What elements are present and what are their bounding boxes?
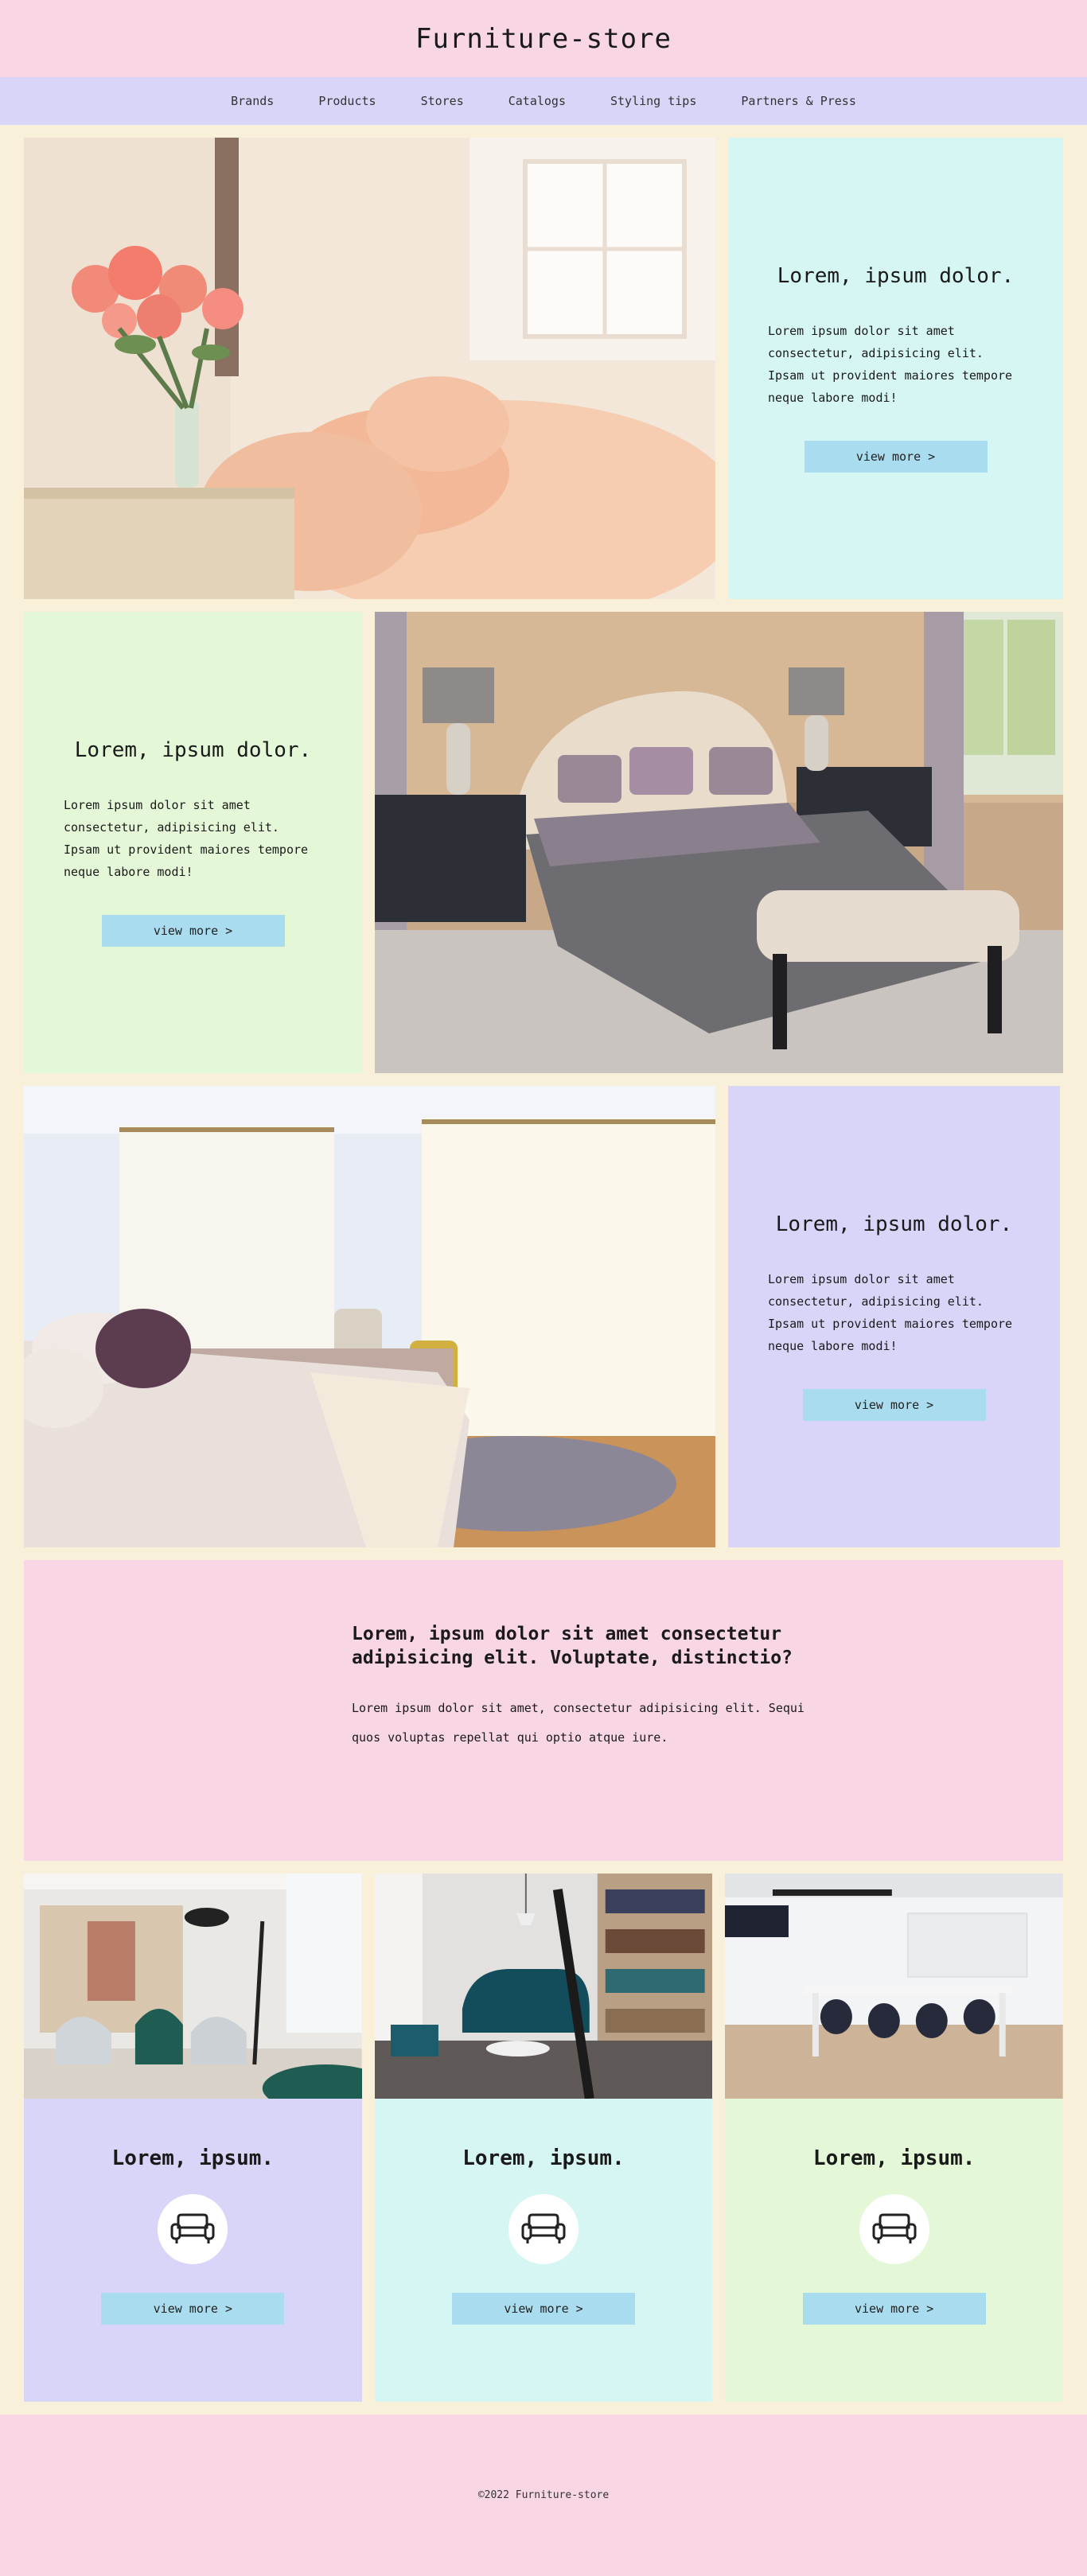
intro-panel-2: Lorem, ipsum dolor. Lorem ipsum dolor si…	[24, 612, 362, 1073]
intro-panel-3: Lorem, ipsum dolor. Lorem ipsum dolor si…	[728, 1086, 1060, 1547]
bedroom-tufted-bed-photo	[375, 612, 1063, 1073]
site-title: Furniture-store	[415, 22, 672, 55]
nav-item-styling-tips[interactable]: Styling tips	[588, 94, 719, 108]
sofa-icon	[158, 2194, 228, 2264]
feature-text: Lorem ipsum dolor sit amet, consectetur …	[352, 1701, 805, 1745]
feature-heading: Lorem, ipsum dolor sit amet consectetur …	[352, 1624, 793, 1668]
lounge-photo	[374, 1874, 713, 2099]
card-title: Lorem, ipsum.	[111, 2146, 275, 2170]
nav-item-products[interactable]: Products	[296, 94, 398, 108]
product-cards: Lorem, ipsum. view more > Lorem, ipsum. …	[24, 1874, 1064, 2402]
nav-item-stores[interactable]: Stores	[399, 94, 486, 108]
feature-section: Lorem, ipsum dolor sit amet consectetur …	[24, 1560, 1063, 1861]
sofa-icon	[508, 2194, 579, 2264]
view-more-button[interactable]: view more >	[802, 2293, 986, 2325]
nav-item-brands[interactable]: Brands	[208, 94, 296, 108]
bedroom-curtains-photo	[24, 1086, 715, 1547]
panel-heading: Lorem, ipsum dolor.	[777, 264, 1015, 288]
main-nav: Brands Products Stores Catalogs Styling …	[0, 77, 1087, 125]
panel-heading: Lorem, ipsum dolor.	[775, 1212, 1013, 1236]
nav-item-catalogs[interactable]: Catalogs	[486, 94, 588, 108]
view-more-button[interactable]: view more >	[101, 2293, 285, 2325]
card-body: Lorem, ipsum. view more >	[374, 2099, 713, 2402]
card-body: Lorem, ipsum. view more >	[725, 2099, 1064, 2402]
card-body: Lorem, ipsum. view more >	[24, 2099, 362, 2402]
copyright-text: ©2022 Furniture-store	[477, 2489, 610, 2501]
view-more-button[interactable]: view more >	[101, 915, 285, 947]
panel-heading: Lorem, ipsum dolor.	[74, 738, 312, 762]
card-dining: Lorem, ipsum. view more >	[725, 1874, 1064, 2402]
bedroom-peonies-photo	[24, 138, 715, 599]
view-more-button[interactable]: view more >	[804, 441, 988, 473]
card-title: Lorem, ipsum.	[462, 2146, 625, 2170]
site-footer: ©2022 Furniture-store	[0, 2415, 1087, 2576]
nav-item-partners-press[interactable]: Partners & Press	[719, 94, 879, 108]
panel-text: Lorem ipsum dolor sit amet consectetur, …	[768, 324, 1013, 405]
dining-room-photo	[725, 1874, 1064, 2099]
card-title: Lorem, ipsum.	[812, 2146, 976, 2170]
panel-text: Lorem ipsum dolor sit amet consectetur, …	[64, 798, 309, 879]
living-room-photo	[24, 1874, 362, 2099]
view-more-button[interactable]: view more >	[802, 1389, 986, 1421]
card-living-room: Lorem, ipsum. view more >	[24, 1874, 362, 2402]
site-header: Furniture-store	[0, 0, 1087, 77]
panel-text: Lorem ipsum dolor sit amet consectetur, …	[768, 1272, 1013, 1353]
view-more-button[interactable]: view more >	[452, 2293, 635, 2325]
sofa-icon	[859, 2194, 929, 2264]
intro-panel-1: Lorem, ipsum dolor. Lorem ipsum dolor si…	[728, 138, 1063, 599]
card-lounge: Lorem, ipsum. view more >	[374, 1874, 713, 2402]
